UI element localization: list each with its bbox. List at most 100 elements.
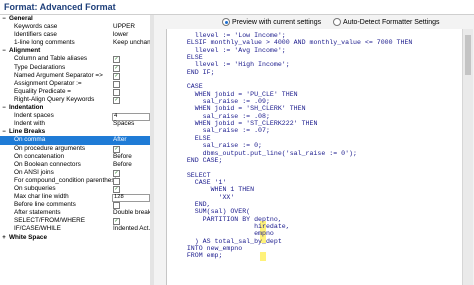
tree-option[interactable]: On Boolean connectors Before [0,161,150,169]
code-line: sal_raise := 0; [171,142,263,150]
code-line: ELSE [171,134,211,142]
code-line: END CASE; [171,156,223,164]
option-label: Named Argument Separator => [14,71,103,79]
code-line: llevel := 'Low Income'; [171,32,286,39]
tree-option[interactable]: On procedure arguments ✓ [0,145,150,153]
collapse-icon[interactable]: − [1,47,7,55]
tree-option[interactable]: After statements Double break [0,209,150,217]
unchecked-checkbox-icon[interactable] [113,177,120,185]
collapse-icon[interactable]: − [1,128,7,136]
option-label: On Boolean connectors [14,160,81,168]
option-label: Max char line width [14,193,69,201]
option-label: Equality Predicate = [14,87,72,95]
option-label: 1-line long comments [14,39,75,47]
checked-checkbox-icon[interactable]: ✓ [113,96,120,104]
preview-pane: Preview with current settings Auto-Detec… [154,15,474,285]
checked-checkbox-icon[interactable]: ✓ [113,145,120,153]
option-label: Assignment Operator := [14,79,82,87]
radio-label: Preview with current settings [232,18,322,26]
code-line: FROM emp; [171,252,223,260]
code-line: ELSIF monthly_value > 4000 AND monthly_v… [171,39,413,47]
code-line: WHEN jobid = 'SH_CLERK' THEN [171,105,306,113]
tree-category[interactable]: − Indentation [0,104,150,112]
option-value[interactable]: Before [113,161,132,169]
tree-option[interactable]: Type Declarations ✓ [0,64,150,72]
radio-label: Auto-Detect Formatter Settings [343,18,440,26]
tree-option[interactable]: On ANSI joins ✓ [0,169,150,177]
tree-option[interactable]: IF/CASE/WHILE Indented Act... [0,225,150,233]
tree-category[interactable]: − Alignment [0,47,150,55]
option-label: On ANSI joins [14,168,54,176]
scrollbar-thumb[interactable] [465,35,471,75]
tree-option[interactable]: Max char line width 128 [0,193,150,202]
option-value[interactable]: Spaces [113,120,134,128]
tree-option[interactable]: Named Argument Separator => ✓ [0,72,150,80]
option-label: On concatenation [14,152,65,160]
option-label: General [9,15,33,22]
option-label: Indent with [14,120,45,128]
option-value[interactable]: lower [113,31,128,39]
checked-checkbox-icon[interactable]: ✓ [113,218,120,226]
tree-option[interactable]: 1-line long comments Keep unchanged [0,39,150,47]
checked-checkbox-icon[interactable]: ✓ [113,72,120,80]
collapse-icon[interactable]: − [1,15,7,23]
code-preview[interactable]: llevel := 'Low Income'; ELSIF monthly_va… [166,29,463,285]
expand-icon[interactable]: + [1,234,7,242]
option-value[interactable]: Double break [113,209,150,217]
tree-option[interactable]: On concatenation Before [0,153,150,161]
code-line: INTO new_empno [171,244,243,252]
tree-option[interactable]: Indent spaces 4 [0,112,150,121]
option-label: Type Declarations [14,63,66,71]
tree-option[interactable]: Identifiers case lower [0,31,150,39]
auto-detect-option[interactable]: Auto-Detect Formatter Settings [333,18,440,26]
checked-checkbox-icon[interactable]: ✓ [113,185,120,193]
tree-option[interactable]: Before line comments [0,201,150,210]
option-label: SELECT/FROM/WHERE [14,217,86,225]
option-value[interactable]: UPPER [113,23,135,31]
tree-option[interactable]: Assignment Operator := [0,80,150,88]
tree-option[interactable]: Indent with Spaces [0,120,150,128]
tree-option[interactable]: SELECT/FROM/WHERE ✓ [0,217,150,226]
tree-option[interactable]: Keywords case UPPER [0,23,150,31]
tree-option[interactable]: Right-Align Query Keywords ✓ [0,96,150,104]
option-label: Identifiers case [14,31,57,39]
option-label: For compound_condition parenthesis [14,176,120,184]
option-label: On procedure arguments [14,144,86,152]
code-line: sal_raise := .07; [171,127,270,135]
checked-checkbox-icon[interactable]: ✓ [113,64,120,72]
option-value[interactable]: After [113,136,127,144]
vertical-scrollbar[interactable] [462,29,473,285]
title-bar: Format: Advanced Format [0,0,474,15]
option-value[interactable]: Before [113,153,132,161]
options-tree[interactable]: − General Keywords case UPPER Identifiers ca… [0,15,151,285]
code-line: WHEN jobid = 'ST_CLERK222' THEN [171,120,318,128]
code-line: empno [171,230,274,238]
unchecked-checkbox-icon[interactable] [113,88,120,96]
option-label: On subqueries [14,184,56,192]
tree-option[interactable]: On subqueries ✓ [0,185,150,193]
unchecked-checkbox-icon[interactable] [113,80,120,88]
tree-category[interactable]: − General [0,15,150,23]
option-label: Indent spaces [14,112,54,120]
tree-category[interactable]: − Line Breaks [0,128,150,136]
radio-unselected-icon[interactable] [333,18,342,26]
checked-checkbox-icon[interactable]: ✓ [113,169,120,177]
option-value[interactable]: Keep unchanged [113,39,150,47]
code-line: llevel := 'High Income'; [171,61,290,69]
tree-option[interactable]: On comma After [0,136,150,145]
checked-checkbox-icon[interactable]: ✓ [113,56,120,64]
tree-category[interactable]: + White Space [0,234,150,242]
option-value[interactable]: Indented Act... [113,225,150,233]
code-line: END, [171,200,211,208]
sql-code: llevel := 'Low Income'; ELSIF monthly_va… [171,32,413,260]
option-label: After statements [14,209,61,217]
tree-option[interactable]: Column and Table aliases ✓ [0,55,150,64]
tree-option[interactable]: For compound_condition parenthesis [0,177,150,185]
preview-current-settings-option[interactable]: Preview with current settings [222,18,321,26]
radio-selected-icon[interactable] [222,18,230,26]
unchecked-checkbox-icon[interactable] [113,202,120,210]
tree-option[interactable]: Equality Predicate = [0,88,150,96]
collapse-icon[interactable]: − [1,104,7,112]
code-line: hiredate, [171,222,290,230]
